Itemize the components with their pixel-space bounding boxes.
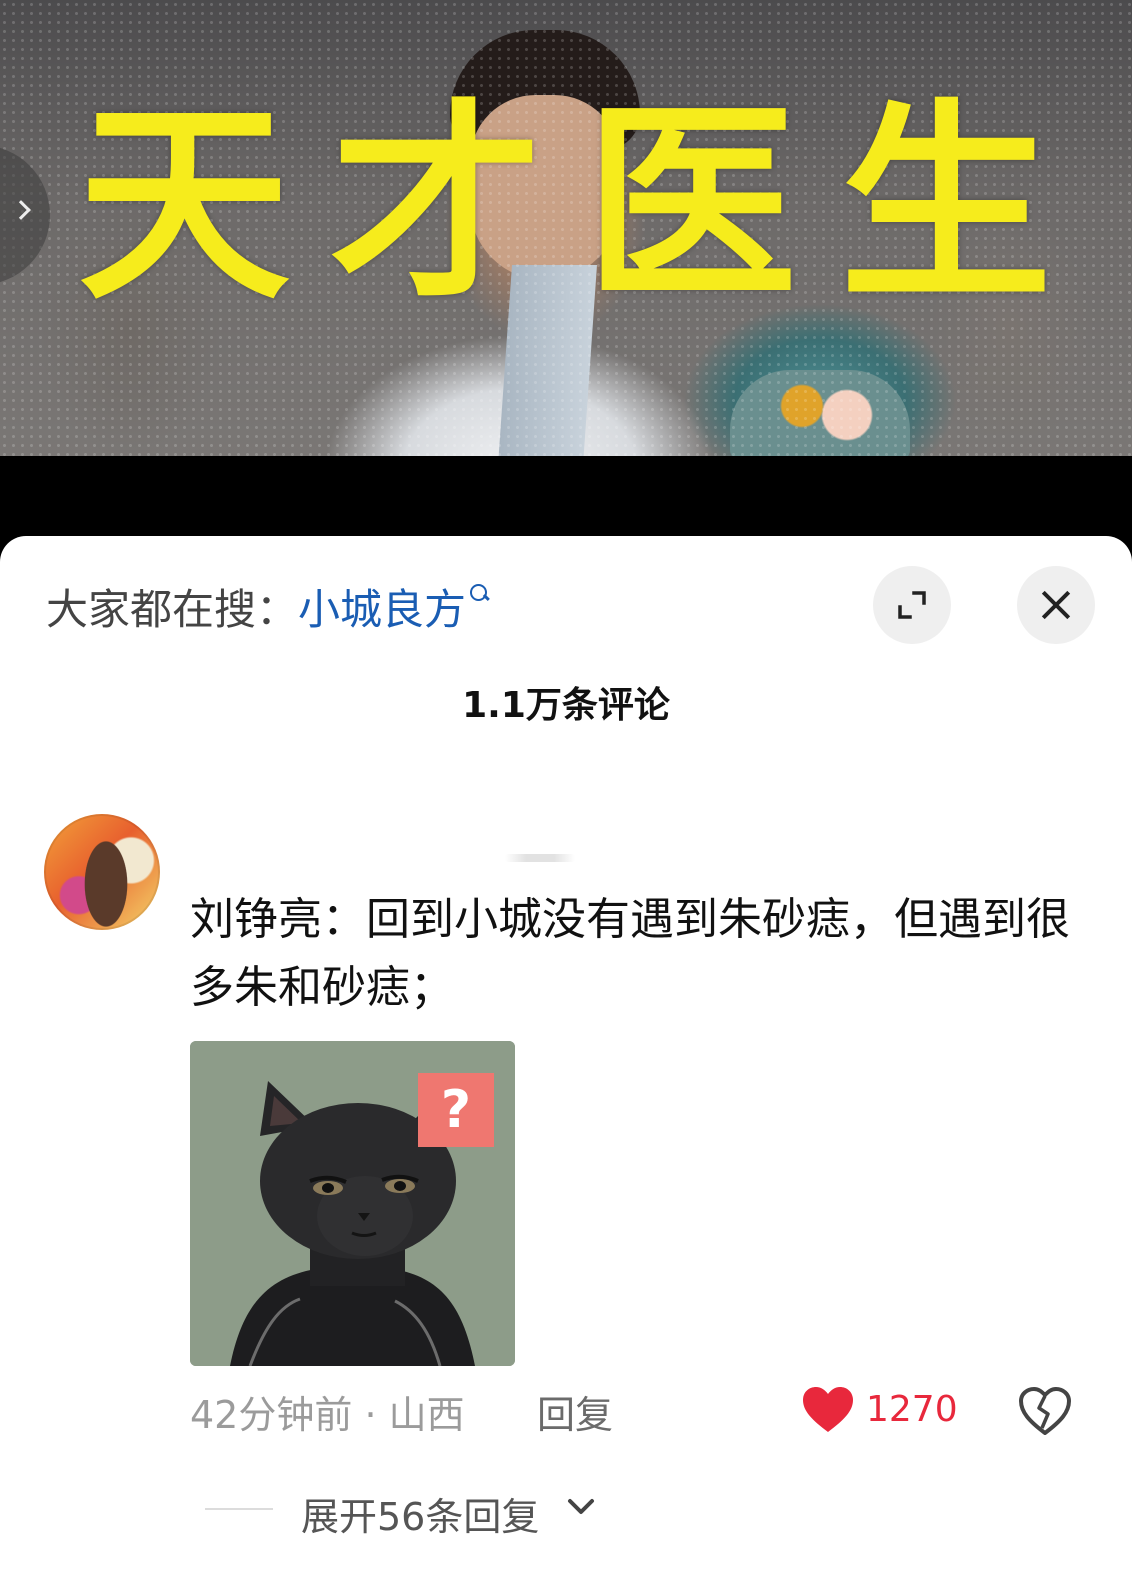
comment-image[interactable]: ? (190, 1041, 515, 1366)
comments-sheet: 大家都在搜：小城良方 1.1万条评论 刘铮亮：回到小城没有遇到朱砂痣，但遇到很多… (0, 536, 1132, 1569)
comment-meta: 42分钟前 · 山西 (190, 1384, 465, 1439)
meta-separator: · (364, 1393, 377, 1437)
username-placeholder (505, 854, 575, 862)
video-title-char: 生 (840, 81, 1052, 328)
black-cat-meme-image: ? (190, 1041, 515, 1366)
comment-count-title: 1.1万条评论 (462, 685, 670, 726)
chevron-down-icon (568, 1499, 594, 1514)
search-suggestion[interactable]: 大家都在搜：小城良方 (46, 576, 492, 637)
heart-filled-icon[interactable] (802, 1386, 854, 1434)
divider-line (205, 1508, 273, 1510)
search-suggestion-keyword[interactable]: 小城良方 (298, 585, 466, 634)
video-title-char: 才 (330, 81, 542, 328)
comment-text: 刘铮亮：回到小城没有遇到朱砂痣，但遇到很多朱和砂痣； (190, 894, 1070, 1013)
video-title-overlay: 天 才 医 生 (0, 80, 1132, 330)
broken-heart-icon[interactable] (1018, 1386, 1072, 1436)
reply-button[interactable]: 回复 (537, 1384, 613, 1439)
close-icon (1041, 590, 1071, 620)
avatar-frame (44, 814, 160, 930)
close-button[interactable] (1017, 566, 1095, 644)
video-flower-bouquet (730, 370, 910, 456)
comment-location: 山西 (388, 1393, 465, 1437)
search-icon (470, 576, 492, 602)
video-title-char: 医 (585, 81, 797, 328)
meme-question-badge: ? (441, 1080, 471, 1140)
search-suggestion-prefix: 大家都在搜： (46, 585, 299, 634)
expand-icon (898, 591, 926, 619)
expand-replies-label: 展开56条回复 (301, 1495, 540, 1539)
chevron-right-icon (11, 200, 31, 220)
expand-button[interactable] (873, 566, 951, 644)
video-title-char: 天 (78, 81, 290, 328)
video-player[interactable]: 天 才 医 生 (0, 0, 1132, 456)
like-count: 1270 (866, 1389, 958, 1430)
comment-time: 42分钟前 (190, 1393, 353, 1437)
avatar[interactable] (44, 814, 160, 930)
